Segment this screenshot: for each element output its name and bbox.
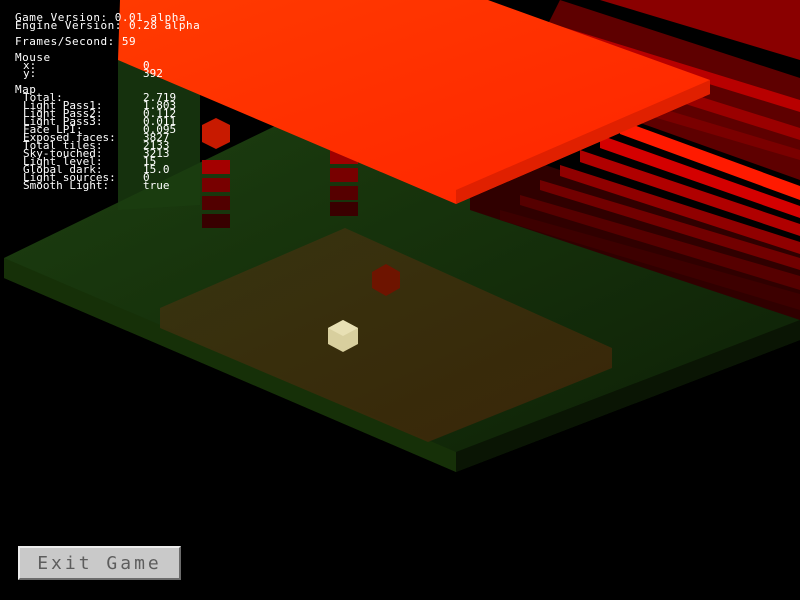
exit-game-button[interactable]: Exit Game [18, 546, 181, 580]
red-block [202, 118, 230, 149]
game-viewport[interactable] [0, 0, 800, 600]
